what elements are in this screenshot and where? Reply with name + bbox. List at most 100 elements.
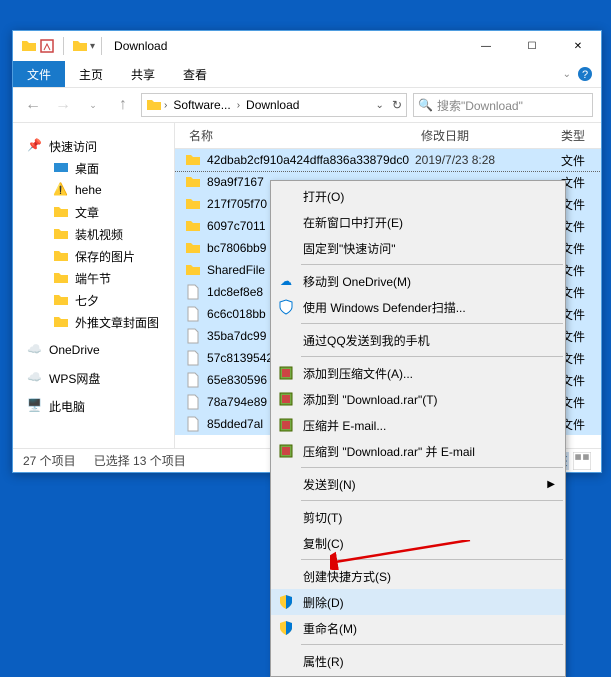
status-selected: 已选择 13 个项目 <box>94 452 186 469</box>
tab-view[interactable]: 查看 <box>169 61 221 87</box>
menu-item[interactable]: 删除(D) <box>271 589 565 615</box>
back-button[interactable]: ← <box>21 93 45 117</box>
menu-item[interactable]: 通过QQ发送到我的手机 <box>271 327 565 353</box>
folder-icon <box>185 262 201 278</box>
sidebar: 📌快速访问 桌面 ⚠️hehe 文章 装机视频 保存的图片 端午节 七夕 外推文… <box>13 123 175 448</box>
menu-item[interactable]: 在新窗口中打开(E) <box>271 209 565 235</box>
sidebar-desktop[interactable]: 桌面 <box>13 157 174 179</box>
menu-item-label: 在新窗口中打开(E) <box>303 214 403 231</box>
folder-icon <box>185 218 201 234</box>
menu-item-label: 删除(D) <box>303 594 344 611</box>
file-type: 文件 <box>561 416 601 433</box>
sidebar-quick-access[interactable]: 📌快速访问 <box>13 135 174 157</box>
file-type: 文件 <box>561 218 601 235</box>
ribbon: 文件 主页 共享 查看 ⌄ ? <box>13 61 601 87</box>
menu-item-label: 压缩并 E-mail... <box>303 417 386 434</box>
file-icon <box>185 306 201 322</box>
menu-item[interactable]: 复制(C) <box>271 530 565 556</box>
window-title: Download <box>114 39 167 53</box>
column-headers[interactable]: 名称 修改日期 类型 <box>175 123 601 149</box>
menu-item[interactable]: 剪切(T) <box>271 504 565 530</box>
help-icon[interactable]: ? <box>577 66 593 82</box>
sidebar-item-zhuangji[interactable]: 装机视频 <box>13 223 174 245</box>
menu-item[interactable]: 固定到"快速访问" <box>271 235 565 261</box>
folder-icon <box>185 240 201 256</box>
menu-item[interactable]: 打开(O) <box>271 183 565 209</box>
menu-item[interactable]: 创建快捷方式(S) <box>271 563 565 589</box>
menu-item[interactable]: 添加到压缩文件(A)... <box>271 360 565 386</box>
file-icon <box>185 416 201 432</box>
menu-item[interactable]: 属性(R) <box>271 648 565 674</box>
folder-icon <box>185 196 201 212</box>
menu-item-label: 使用 Windows Defender扫描... <box>303 299 466 316</box>
file-type: 文件 <box>561 328 601 345</box>
sidebar-onedrive[interactable]: ☁️OneDrive <box>13 339 174 361</box>
context-menu[interactable]: 打开(O) 在新窗口中打开(E) 固定到"快速访问" ☁移动到 OneDrive(M)… <box>270 180 566 677</box>
sidebar-item-baocun[interactable]: 保存的图片 <box>13 245 174 267</box>
addressbar: ← → ⌄ ↑ › Software... › Download ⌄ ↻ 🔍 搜… <box>13 87 601 123</box>
rar-icon <box>277 442 295 460</box>
breadcrumb[interactable]: › Software... › Download ⌄ ↻ <box>141 93 407 117</box>
file-icon <box>185 350 201 366</box>
file-type: 文件 <box>561 174 601 191</box>
menu-item[interactable]: 添加到 "Download.rar"(T) <box>271 386 565 412</box>
sidebar-item-waitui[interactable]: 外推文章封面图 <box>13 311 174 333</box>
file-date: 2019/7/23 8:28 <box>415 153 555 167</box>
menu-item-label: 重命名(M) <box>303 620 357 637</box>
file-row[interactable]: 42dbab2cf910a424dffa836a33879dc02019/7/2… <box>175 149 601 171</box>
file-type: 文件 <box>561 306 601 323</box>
menu-item-label: 压缩到 "Download.rar" 并 E-mail <box>303 443 475 460</box>
folder-icon <box>185 174 201 190</box>
sidebar-thispc[interactable]: 🖥️此电脑 <box>13 395 174 417</box>
folder-icon <box>146 97 162 113</box>
sidebar-item-qixi[interactable]: 七夕 <box>13 289 174 311</box>
svg-text:?: ? <box>582 69 588 81</box>
file-type: 文件 <box>561 350 601 367</box>
tab-home[interactable]: 主页 <box>65 61 117 87</box>
sidebar-item-duanwu[interactable]: 端午节 <box>13 267 174 289</box>
folder-icon <box>21 38 37 54</box>
sidebar-wps[interactable]: ☁️WPS网盘 <box>13 367 174 389</box>
close-button[interactable]: ✕ <box>555 31 601 61</box>
shield-icon <box>277 298 295 316</box>
file-type: 文件 <box>561 372 601 389</box>
file-icon <box>185 394 201 410</box>
ribbon-expand-icon[interactable]: ⌄ <box>563 69 571 80</box>
menu-item[interactable]: 压缩到 "Download.rar" 并 E-mail <box>271 438 565 464</box>
file-icon <box>185 328 201 344</box>
sidebar-item-hehe[interactable]: ⚠️hehe <box>13 179 174 201</box>
menu-item[interactable]: 压缩并 E-mail... <box>271 412 565 438</box>
status-count: 27 个项目 <box>23 452 76 469</box>
menu-item-label: 属性(R) <box>303 653 344 670</box>
rar-icon <box>277 390 295 408</box>
menu-item-label: 剪切(T) <box>303 509 342 526</box>
tab-file[interactable]: 文件 <box>13 61 65 87</box>
search-input[interactable]: 🔍 搜索"Download" <box>413 93 593 117</box>
properties-icon[interactable] <box>39 38 55 54</box>
large-icons-icon[interactable] <box>573 452 591 470</box>
rar-icon <box>277 416 295 434</box>
menu-item[interactable]: 发送到(N)▶ <box>271 471 565 497</box>
menu-item-label: 打开(O) <box>303 188 344 205</box>
file-icon <box>185 284 201 300</box>
file-type: 文件 <box>561 196 601 213</box>
sidebar-item-wenzhang[interactable]: 文章 <box>13 201 174 223</box>
menu-item-label: 发送到(N) <box>303 476 356 493</box>
folder-icon <box>185 152 201 168</box>
qat: ▾ <box>21 37 95 55</box>
history-button[interactable]: ⌄ <box>81 93 105 117</box>
menu-item-label: 移动到 OneDrive(M) <box>303 273 411 290</box>
menu-item[interactable]: ☁移动到 OneDrive(M) <box>271 268 565 294</box>
menu-item-label: 固定到"快速访问" <box>303 240 396 257</box>
tab-share[interactable]: 共享 <box>117 61 169 87</box>
rar-icon <box>277 364 295 382</box>
titlebar[interactable]: ▾ Download — ☐ ✕ <box>13 31 601 61</box>
up-button[interactable]: ↑ <box>111 93 135 117</box>
menu-item[interactable]: 使用 Windows Defender扫描... <box>271 294 565 320</box>
menu-item[interactable]: 重命名(M) <box>271 615 565 641</box>
forward-button[interactable]: → <box>51 93 75 117</box>
search-icon: 🔍 <box>418 98 433 112</box>
menu-item-label: 通过QQ发送到我的手机 <box>303 332 430 349</box>
minimize-button[interactable]: — <box>463 31 509 61</box>
maximize-button[interactable]: ☐ <box>509 31 555 61</box>
